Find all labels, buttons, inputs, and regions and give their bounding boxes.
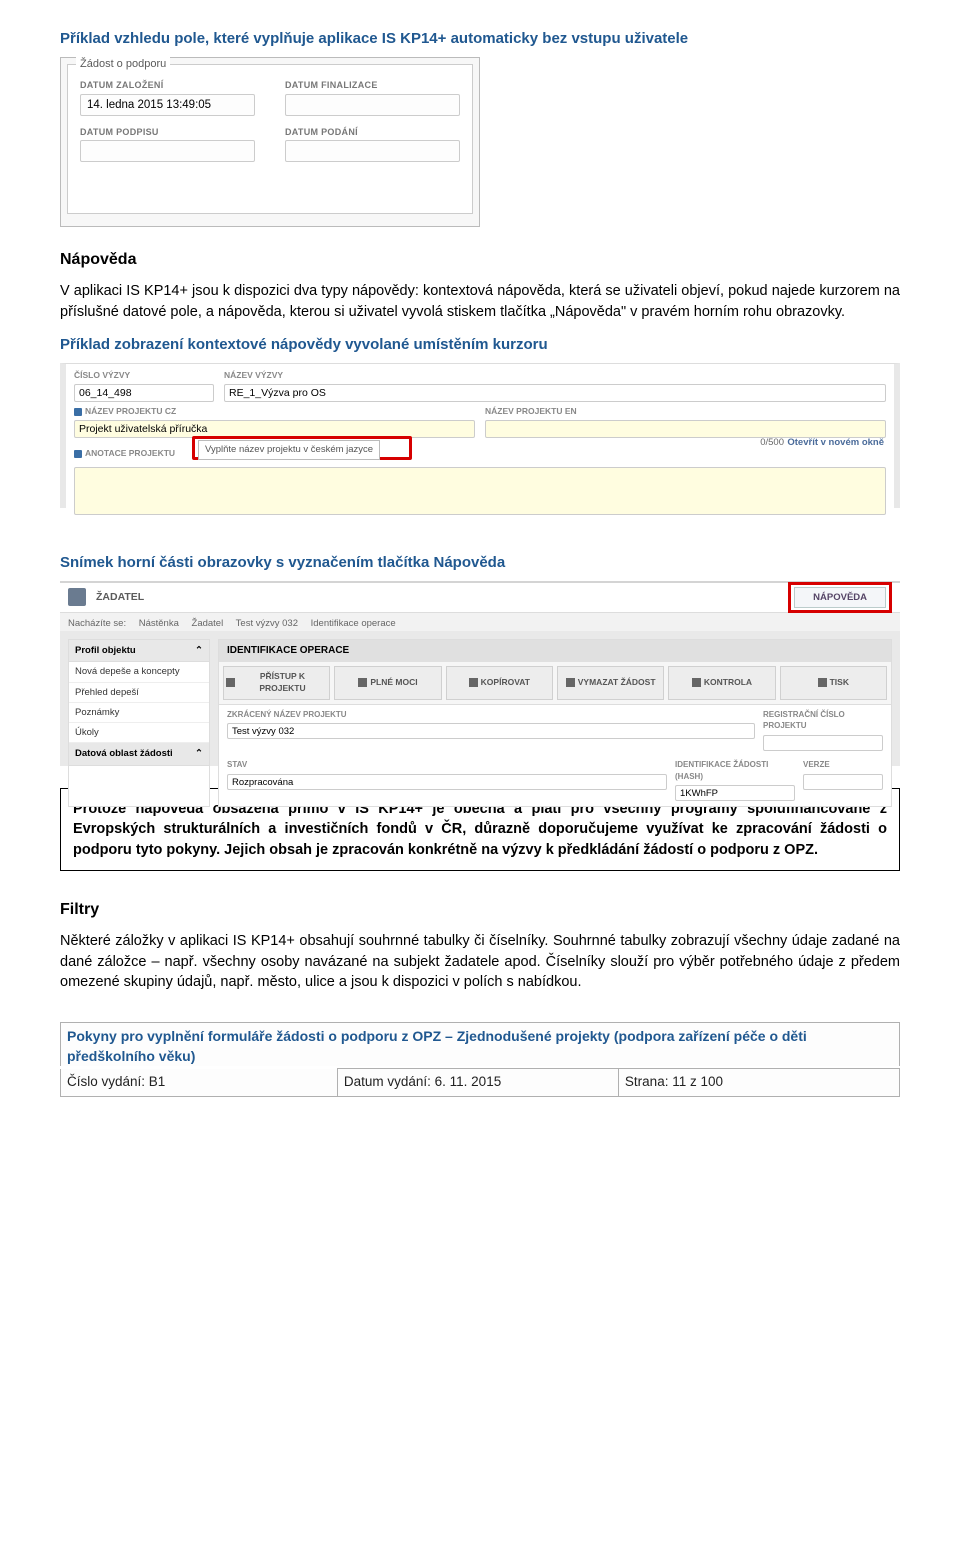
input-zkraceny-nazev[interactable] — [227, 723, 755, 739]
label-stav: STAV — [227, 759, 667, 770]
sidebar-item[interactable]: Přehled depeší — [69, 683, 209, 703]
breadcrumb-item[interactable]: Nástěnka — [139, 618, 179, 629]
example-topbar-title: Snímek horní části obrazovky s vyznačení… — [60, 552, 900, 573]
char-counter: 0/500 — [760, 436, 784, 449]
chevron-up-icon: ⌃ — [195, 747, 203, 760]
toolbar-plne-moci[interactable]: PLNÉ MOCI — [334, 666, 441, 700]
label-zkraceny-nazev: ZKRÁCENÝ NÁZEV PROJEKTU — [227, 709, 755, 720]
label-nazev-cz: NÁZEV PROJEKTU CZ — [74, 406, 475, 418]
delete-icon — [566, 678, 575, 687]
main-panel: IDENTIFIKACE OPERACE PŘÍSTUP K PROJEKTU … — [218, 639, 892, 807]
fieldset-legend: Žádost o podporu — [76, 57, 170, 72]
label-nazev-vyzvy: NÁZEV VÝZVY — [224, 370, 886, 382]
label-datum-podani: DATUM PODÁNÍ — [285, 126, 460, 139]
input-reg-cislo[interactable] — [763, 735, 883, 751]
input-datum-finalizace[interactable] — [285, 94, 460, 116]
label-datum-zalozeni: DATUM ZALOŽENÍ — [80, 79, 255, 92]
footer-issue-number: Číslo vydání: B1 — [61, 1069, 338, 1097]
input-verze[interactable] — [803, 774, 883, 790]
footer-doc-title: Pokyny pro vyplnění formuláře žádosti o … — [60, 1022, 900, 1066]
sidebar: Profil objektu⌃ Nová depeše a koncepty P… — [68, 639, 210, 807]
breadcrumb: Nacházíte se: Nástěnka Žadatel Test výzv… — [60, 613, 900, 631]
label-reg-cislo: REGISTRAČNÍ ČÍSLO PROJEKTU — [763, 709, 883, 731]
toolbar-pristup[interactable]: PŘÍSTUP K PROJEKTU — [223, 666, 330, 700]
input-cislo-vyzvy[interactable] — [74, 384, 214, 402]
input-nazev-en[interactable] — [485, 420, 886, 438]
envelope-icon — [358, 678, 367, 687]
example-autofill-title: Příklad vzhledu pole, které vyplňuje apl… — [60, 28, 900, 49]
example-context-title: Příklad zobrazení kontextové nápovědy vy… — [60, 334, 900, 355]
heading-napoveda: Nápověda — [60, 249, 900, 271]
screenshot-context-tooltip: ČÍSLO VÝZVY NÁZEV VÝZVY NÁZEV PROJEKTU C… — [60, 363, 900, 508]
footer-page-number: Strana: 11 z 100 — [618, 1069, 899, 1097]
input-datum-podpisu[interactable] — [80, 140, 255, 162]
label-anotace: ANOTACE PROJEKTU — [74, 448, 175, 460]
footer-meta-table: Číslo vydání: B1 Datum vydání: 6. 11. 20… — [60, 1068, 900, 1097]
check-icon — [692, 678, 701, 687]
screenshot-topbar-napoveda: ŽADATEL NÁPOVĚDA Nacházíte se: Nástěnka … — [60, 581, 900, 766]
sidebar-item[interactable]: Úkoly — [69, 723, 209, 743]
screenshot-auto-filled-fields: Žádost o podporu DATUM ZALOŽENÍ DATUM FI… — [60, 57, 480, 227]
paragraph-napoveda: V aplikaci IS KP14+ jsou k dispozici dva… — [60, 281, 900, 322]
print-icon — [818, 678, 827, 687]
sidebar-item[interactable]: Nová depeše a koncepty — [69, 662, 209, 682]
input-datum-podani[interactable] — [285, 140, 460, 162]
napoveda-highlight-box: NÁPOVĚDA — [788, 582, 892, 613]
chevron-up-icon: ⌃ — [195, 644, 203, 657]
label-nazev-en: NÁZEV PROJEKTU EN — [485, 406, 886, 418]
label-datum-finalizace: DATUM FINALIZACE — [285, 79, 460, 92]
toolbar-kopirovat[interactable]: KOPÍROVAT — [446, 666, 553, 700]
label-cislo-vyzvy: ČÍSLO VÝZVY — [74, 370, 214, 382]
input-stav[interactable] — [227, 774, 667, 790]
input-nazev-vyzvy[interactable] — [224, 384, 886, 402]
page-title: IDENTIFIKACE OPERACE — [219, 640, 891, 662]
copy-icon — [469, 678, 478, 687]
context-tooltip: Vyplňte název projektu v českém jazyce — [198, 440, 380, 459]
paragraph-filtry: Některé záložky v aplikaci IS KP14+ obsa… — [60, 931, 900, 992]
toolbar-vymazat[interactable]: VYMAZAT ŽÁDOST — [557, 666, 664, 700]
label-datum-podpisu: DATUM PODPISU — [80, 126, 255, 139]
label-verze: VERZE — [803, 759, 883, 770]
heading-filtry: Filtry — [60, 899, 900, 921]
tab-zadatel[interactable]: ŽADATEL — [96, 590, 144, 605]
input-hash[interactable] — [675, 785, 795, 801]
toolbar-tisk[interactable]: TISK — [780, 666, 887, 700]
toolbar-kontrola[interactable]: KONTROLA — [668, 666, 775, 700]
input-nazev-cz[interactable] — [74, 420, 475, 438]
breadcrumb-item[interactable]: Žadatel — [192, 618, 224, 629]
open-new-window-link[interactable]: Otevřít v novém okně — [787, 436, 884, 449]
sidebar-item[interactable]: Poznámky — [69, 703, 209, 723]
footer-issue-date: Datum vydání: 6. 11. 2015 — [337, 1069, 618, 1097]
napoveda-button[interactable]: NÁPOVĚDA — [794, 587, 886, 608]
users-icon — [226, 678, 235, 687]
sidebar-header-datova[interactable]: Datová oblast žádosti⌃ — [69, 743, 209, 765]
input-datum-zalozeni[interactable] — [80, 94, 255, 116]
textarea-anotace[interactable] — [74, 467, 886, 515]
label-hash: IDENTIFIKACE ŽÁDOSTI (HASH) — [675, 759, 795, 781]
breadcrumb-item[interactable]: Identifikace operace — [311, 618, 396, 629]
breadcrumb-item[interactable]: Test výzvy 032 — [236, 618, 298, 629]
sidebar-header-profil[interactable]: Profil objektu⌃ — [69, 640, 209, 662]
home-icon[interactable] — [68, 588, 86, 606]
